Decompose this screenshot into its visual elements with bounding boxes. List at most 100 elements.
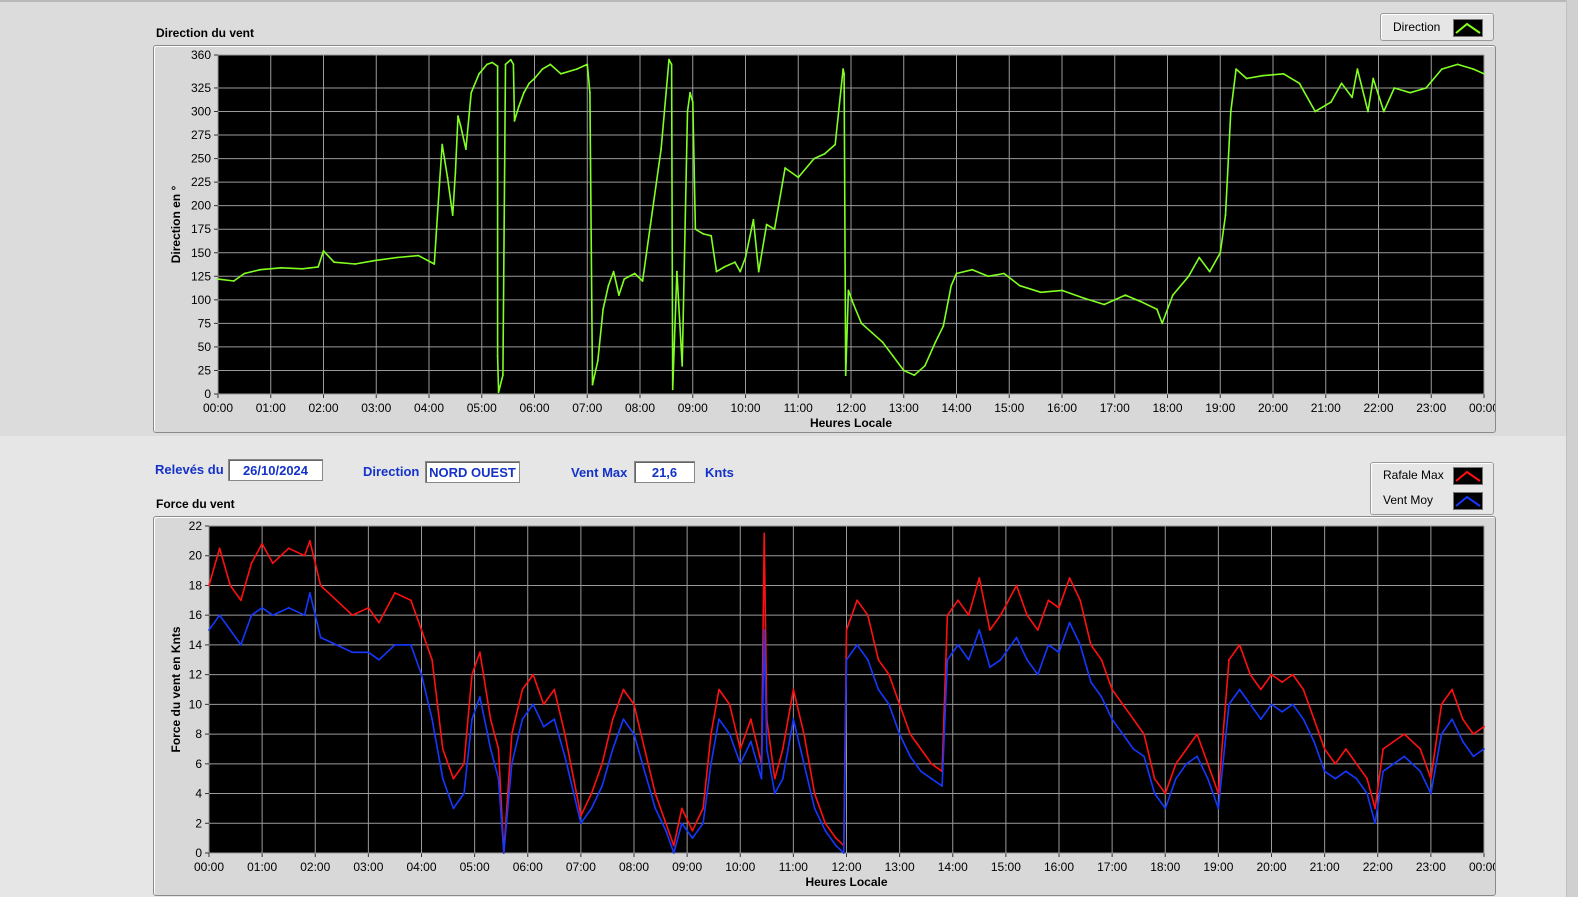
chart0-xtick-label: 08:00 [625, 401, 655, 415]
chart1-point-vent-moy [1121, 733, 1124, 735]
chart1-ytick-label: 6 [195, 757, 202, 771]
chart0-point-direction [934, 341, 937, 344]
chart1-point-vent-moy [553, 718, 556, 721]
chart1-point-rafale-max [240, 599, 242, 602]
chart1-point-vent-moy [287, 606, 290, 609]
chart1-point-vent-moy [261, 606, 263, 609]
chart0-point-direction [612, 270, 615, 273]
chart1-point-rafale-max [601, 762, 603, 765]
chart1-point-rafale-max [394, 592, 396, 594]
chart1-point-vent-moy [1451, 718, 1453, 721]
chart1-point-vent-moy [1355, 777, 1358, 780]
chart1-point-vent-moy [229, 629, 232, 631]
chart1-point-vent-moy [763, 629, 766, 631]
chart0-ytick-label: 175 [191, 222, 211, 236]
chart0-xtick-label: 02:00 [308, 401, 338, 415]
chart0-point-direction [671, 388, 674, 391]
chart0-point-direction [446, 176, 449, 179]
chart1-point-rafale-max [1313, 718, 1315, 721]
chart0-point-direction [842, 68, 844, 70]
chart1-point-vent-moy [710, 762, 712, 765]
chart0-point-direction [497, 391, 500, 393]
chart0-xtick-label: 18:00 [1152, 401, 1182, 415]
chart1-point-rafale-max [643, 748, 646, 750]
chart1-point-vent-moy [564, 755, 566, 758]
direction-chart-title: Direction du vent [156, 26, 255, 40]
chart1-point-rafale-max [271, 562, 274, 565]
chart1-point-rafale-max [1281, 681, 1283, 683]
chart0-xtick-label: 00:00 [203, 401, 233, 415]
chart0-xtick-label: 16:00 [1047, 401, 1077, 415]
chart0-point-direction [834, 143, 837, 146]
direction-value-field[interactable]: NORD OUEST [425, 461, 520, 483]
chart0-xlabel: Heures Locale [810, 416, 892, 430]
chart1-xtick-label: 19:00 [1203, 860, 1233, 874]
chart1-point-vent-moy [845, 658, 848, 661]
chart1-point-rafale-max [378, 621, 380, 624]
chart1-point-rafale-max [957, 599, 959, 602]
chart0-xtick-label: 12:00 [836, 401, 866, 415]
chart0-point-direction [1456, 63, 1459, 66]
chart1-point-vent-moy [946, 658, 949, 661]
chart1-point-rafale-max [1153, 777, 1156, 780]
chart1-point-rafale-max [471, 673, 473, 676]
chart0-point-direction [913, 374, 916, 377]
chart1-point-vent-moy [760, 777, 763, 780]
force-chart: 00:00 01:00 02:00 03:00 04:00 05:00 06:00 07:00… [153, 516, 1496, 896]
chart1-point-vent-moy [1302, 718, 1305, 721]
chart1-point-vent-moy [1472, 755, 1475, 758]
chart1-xtick-label: 21:00 [1310, 860, 1340, 874]
ventmax-value-field[interactable]: 21,6 [634, 461, 695, 483]
chart0-point-direction [955, 272, 958, 275]
chart1-point-rafale-max [1058, 606, 1060, 609]
chart0-point-direction [765, 223, 768, 226]
chart0-point-direction [504, 63, 507, 66]
chart1-point-vent-moy [208, 629, 210, 631]
chart1-point-rafale-max [441, 748, 444, 750]
chart1-point-vent-moy [590, 807, 593, 810]
chart1-point-rafale-max [335, 599, 338, 602]
chart1-point-rafale-max [1196, 733, 1198, 735]
chart1-point-rafale-max [1175, 762, 1177, 765]
chart1-point-rafale-max [1461, 718, 1464, 721]
chart1-point-rafale-max [1392, 740, 1395, 743]
chart0-xtick-label: 00:00 [1469, 401, 1495, 415]
chart1-point-vent-moy [1079, 644, 1082, 646]
chart1-point-vent-moy [898, 733, 901, 735]
direction-legend: Direction [1380, 13, 1494, 41]
chart1-point-rafale-max [633, 703, 635, 706]
chart0-xtick-label: 15:00 [994, 401, 1024, 415]
chart1-point-vent-moy [1164, 807, 1167, 810]
chart1-point-vent-moy [1090, 681, 1092, 683]
chart1-point-vent-moy [463, 792, 465, 795]
chart1-xtick-label: 05:00 [460, 860, 490, 874]
chart0-point-direction [1245, 77, 1248, 80]
chart1-point-vent-moy [1419, 770, 1422, 773]
chart0-point-direction [451, 214, 454, 217]
chart0-point-direction [691, 101, 694, 103]
chart0-point-direction [502, 374, 504, 377]
legend-swatch-direction-icon [1453, 19, 1483, 37]
chart0-point-direction [686, 110, 689, 113]
legend-item-ventmoy[interactable]: Vent Moy [1371, 489, 1493, 511]
chart1-point-vent-moy [1334, 777, 1337, 780]
chart1-xtick-label: 01:00 [247, 860, 277, 874]
chart1-point-vent-moy [842, 852, 845, 854]
releves-date-field[interactable]: 26/10/2024 [228, 459, 323, 481]
chart1-point-vent-moy [999, 658, 1002, 661]
chart1-point-rafale-max [1111, 688, 1113, 691]
chart1-point-rafale-max [702, 807, 704, 810]
chart0-point-direction [668, 58, 670, 61]
chart1-point-vent-moy [1132, 748, 1135, 750]
legend-line-ventmoy [1455, 495, 1481, 507]
chart1-point-rafale-max [773, 777, 776, 780]
chart1-point-vent-moy [1015, 636, 1018, 639]
legend-item-direction[interactable]: Direction [1381, 16, 1493, 38]
legend-item-rafale[interactable]: Rafale Max [1371, 464, 1493, 486]
chart1-point-rafale-max [229, 584, 232, 587]
chart0-xtick-label: 03:00 [361, 401, 391, 415]
chart1-ytick-label: 14 [189, 638, 203, 652]
chart0-ytick-label: 250 [191, 152, 211, 166]
chart1-point-rafale-max [920, 748, 922, 750]
chart1-point-rafale-max [1355, 762, 1358, 765]
